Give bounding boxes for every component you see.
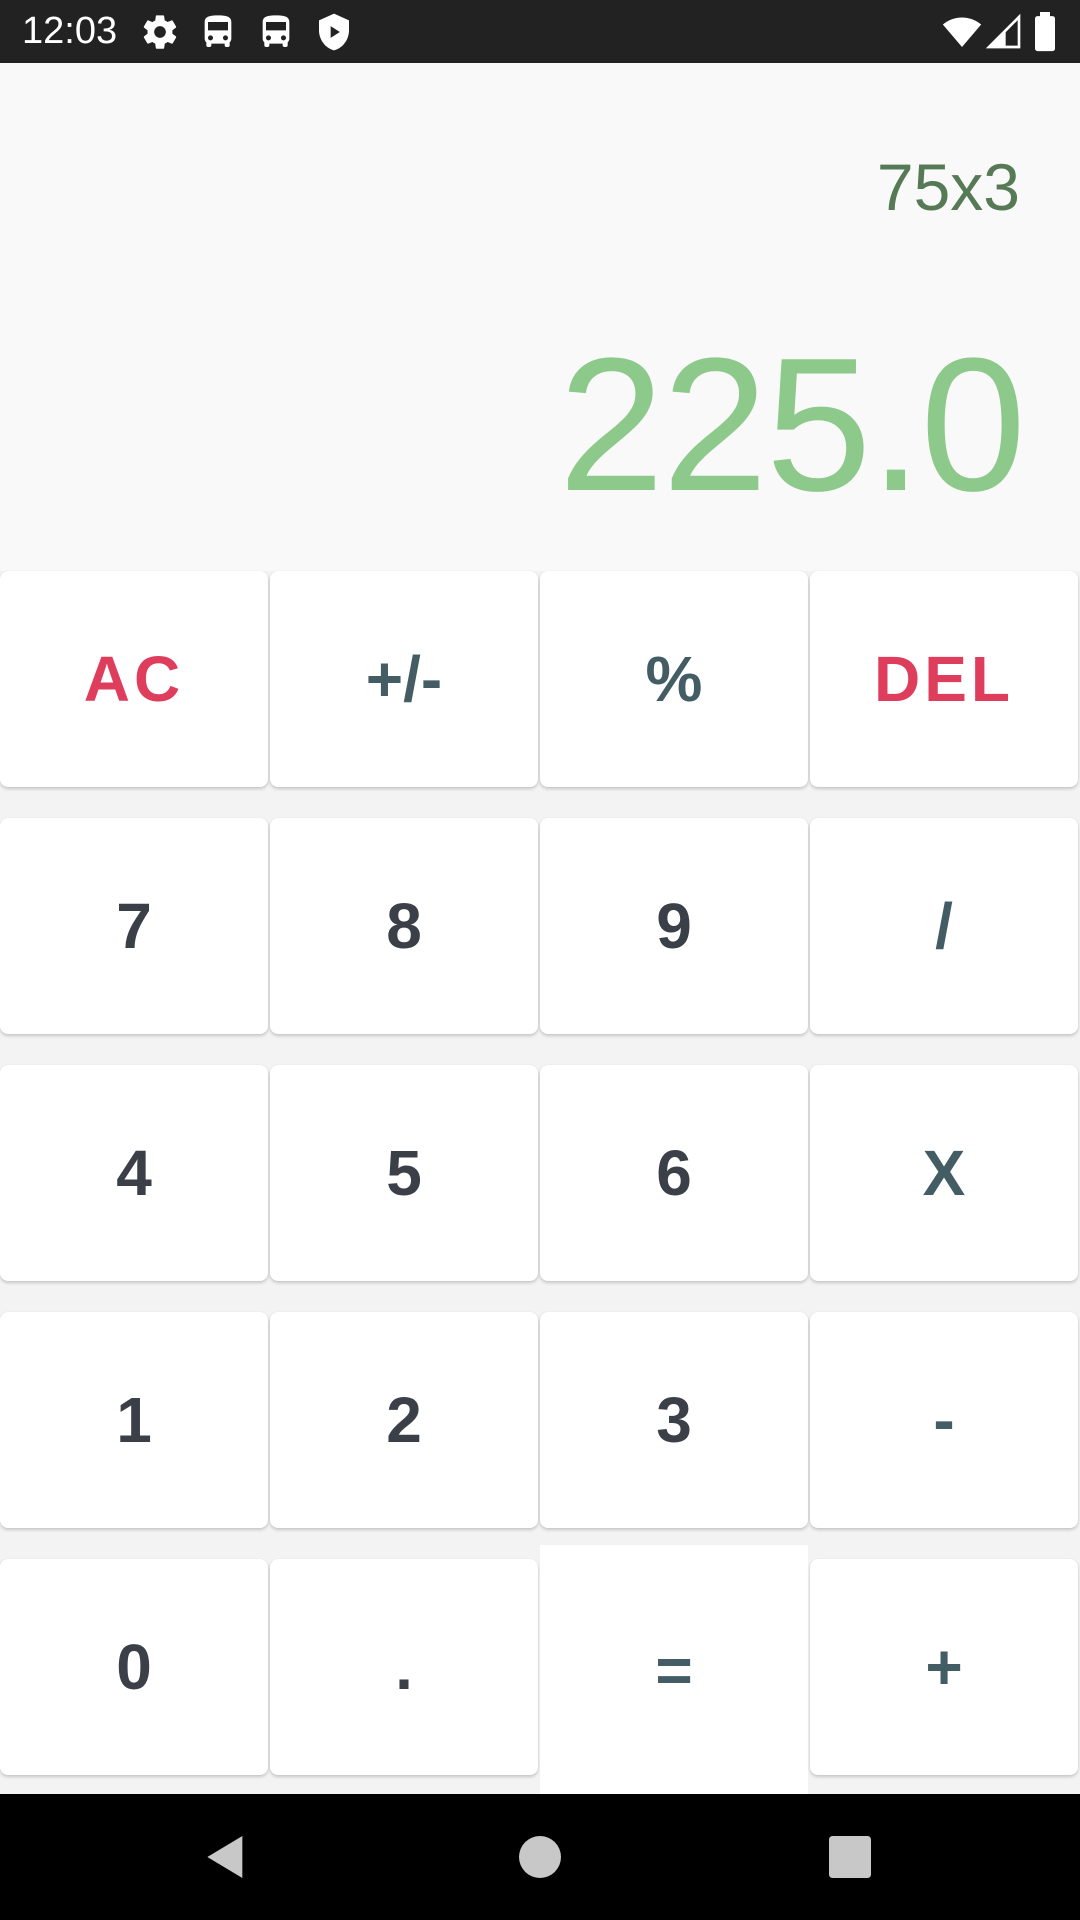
keypad: AC +/- % DEL 7 8 9 / 4 5 6 X 1 2 3 - 0 .…: [0, 571, 1080, 1794]
digit-2-button[interactable]: 2: [270, 1312, 538, 1528]
equals-button[interactable]: =: [540, 1545, 808, 1794]
digit-7-button[interactable]: 7: [0, 818, 268, 1034]
digit-4-button[interactable]: 4: [0, 1065, 268, 1281]
add-button[interactable]: +: [810, 1559, 1078, 1775]
delete-button[interactable]: DEL: [810, 571, 1078, 787]
digit-5-button[interactable]: 5: [270, 1065, 538, 1281]
multiply-button[interactable]: X: [810, 1065, 1078, 1281]
back-icon[interactable]: [198, 1829, 254, 1885]
digit-6-button[interactable]: 6: [540, 1065, 808, 1281]
all-clear-button[interactable]: AC: [0, 571, 268, 787]
calculator-display: 75x3 225.0: [0, 63, 1080, 571]
divide-button[interactable]: /: [810, 818, 1078, 1034]
digit-3-button[interactable]: 3: [540, 1312, 808, 1528]
home-icon[interactable]: [512, 1829, 568, 1885]
sign-toggle-button[interactable]: +/-: [270, 571, 538, 787]
subtract-button[interactable]: -: [810, 1312, 1078, 1528]
result-text: 225.0: [558, 319, 1026, 531]
recents-icon[interactable]: [822, 1829, 878, 1885]
digit-9-button[interactable]: 9: [540, 818, 808, 1034]
digit-1-button[interactable]: 1: [0, 1312, 268, 1528]
percent-button[interactable]: %: [540, 571, 808, 787]
cell-signal-icon: [984, 12, 1024, 52]
status-bar: 12:03: [0, 0, 1080, 63]
gear-icon: [140, 12, 180, 52]
battery-icon: [1030, 12, 1060, 52]
navigation-bar: [0, 1794, 1080, 1920]
bus-icon: [198, 12, 238, 52]
digit-8-button[interactable]: 8: [270, 818, 538, 1034]
decimal-button[interactable]: .: [270, 1559, 538, 1775]
bus-icon: [256, 12, 296, 52]
wifi-icon: [942, 12, 982, 52]
shield-play-icon: [314, 12, 354, 52]
expression-text: 75x3: [876, 150, 1020, 224]
digit-0-button[interactable]: 0: [0, 1559, 268, 1775]
status-time: 12:03: [22, 10, 118, 52]
